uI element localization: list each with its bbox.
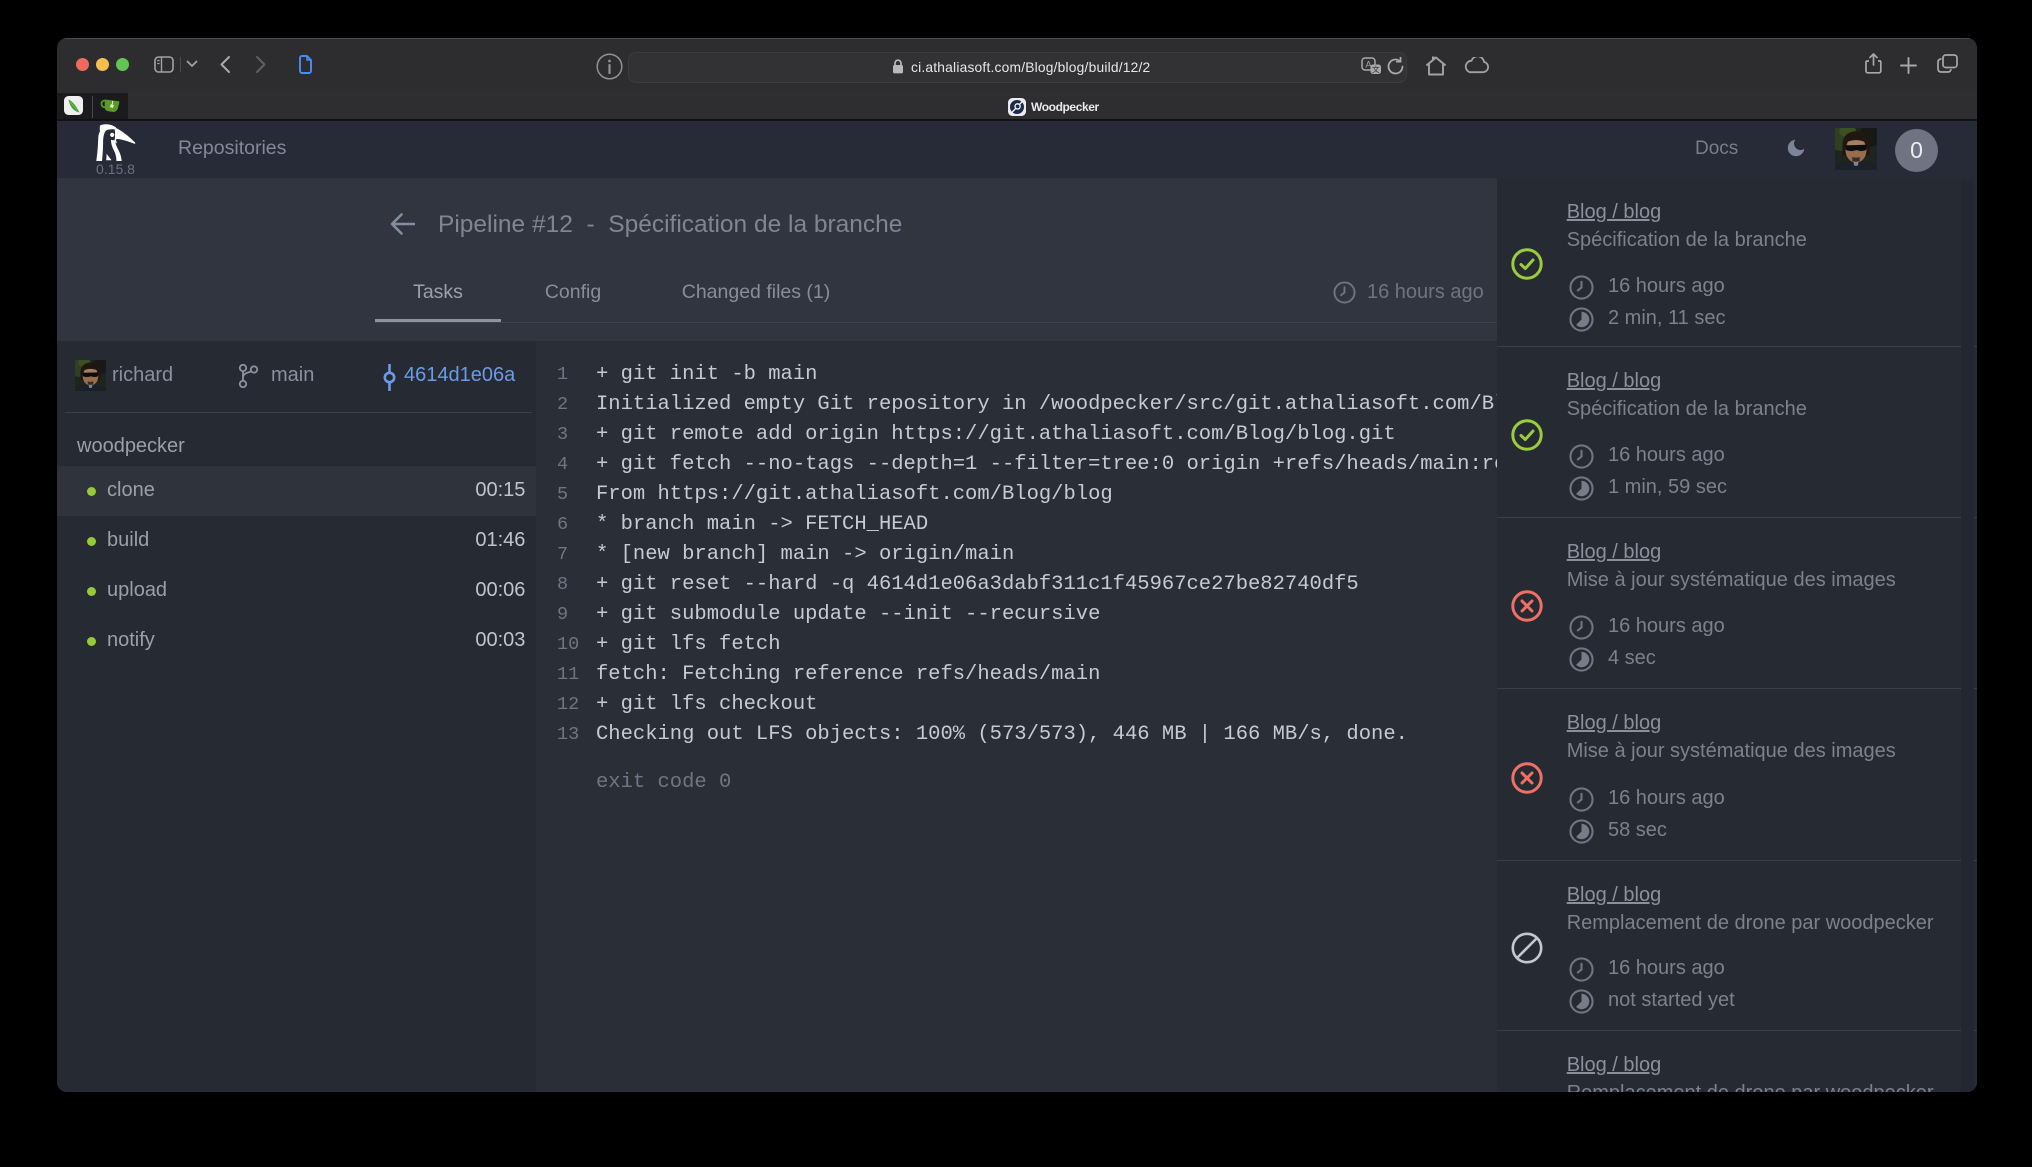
svg-text:文: 文 [1372, 64, 1380, 74]
